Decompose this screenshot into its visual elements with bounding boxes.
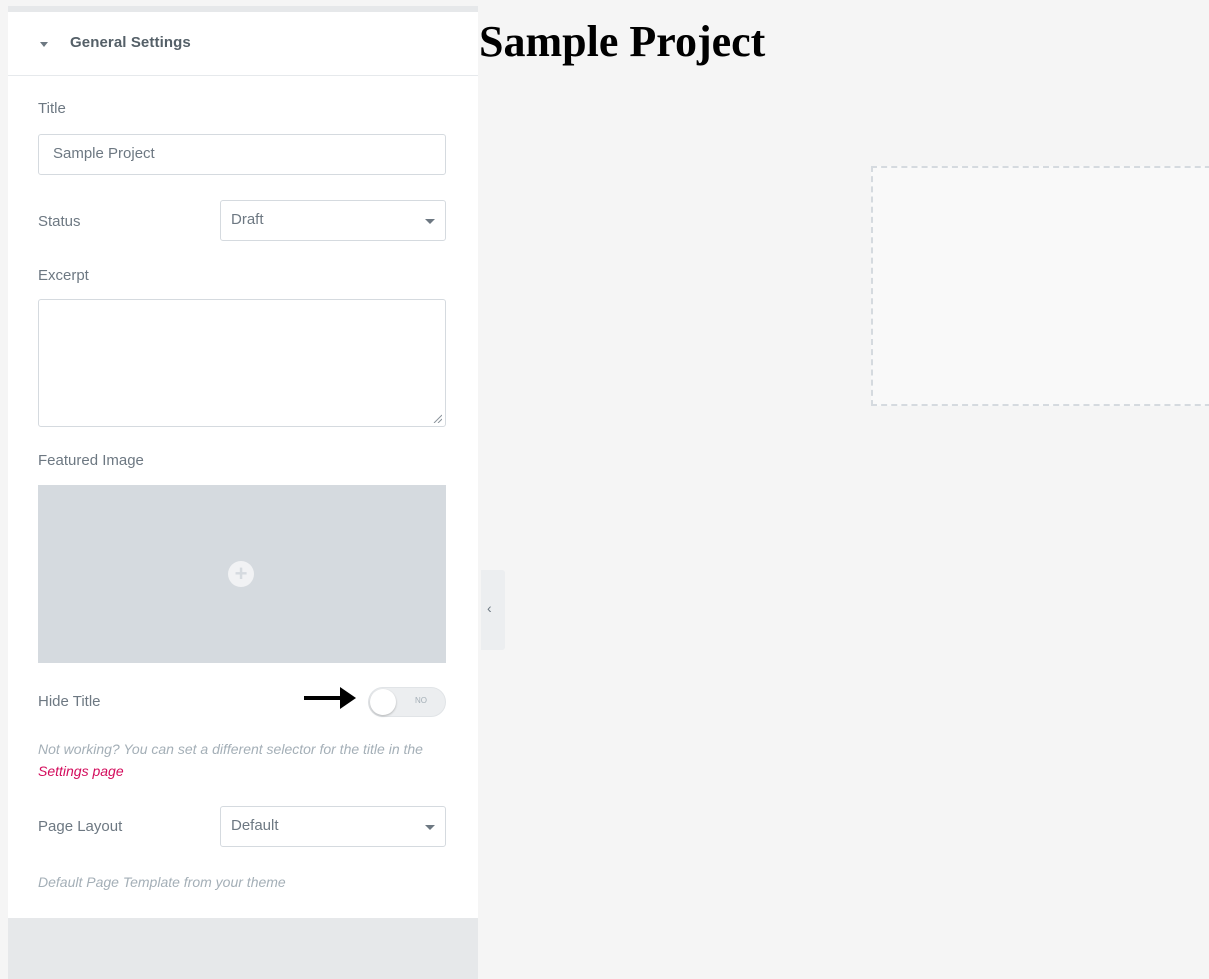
title-input[interactable]: Sample Project (38, 134, 446, 175)
plus-icon[interactable]: + (228, 561, 254, 587)
resize-handle-icon[interactable] (432, 413, 442, 423)
page-layout-label: Page Layout (38, 818, 123, 835)
featured-image-picker[interactable]: + (38, 485, 446, 663)
select-caret-icon (425, 219, 435, 224)
preview-empty-section[interactable] (871, 166, 1209, 406)
excerpt-textarea[interactable] (38, 299, 446, 427)
title-label: Title (38, 100, 66, 117)
general-settings-header[interactable]: General Settings (8, 12, 478, 76)
status-label: Status (38, 213, 81, 230)
hide-title-help-text: Not working? You can set a different sel… (38, 741, 423, 757)
status-select[interactable]: Draft (220, 200, 446, 241)
page-layout-help: Default Page Template from your theme (38, 874, 286, 890)
panel-footer-area (8, 918, 478, 979)
hide-title-help: Not working? You can set a different sel… (38, 738, 450, 782)
hide-title-label: Hide Title (38, 693, 101, 710)
status-select-value: Draft (231, 211, 264, 228)
page-layout-select[interactable]: Default (220, 806, 446, 847)
settings-page-link[interactable]: Settings page (38, 763, 124, 779)
toggle-knob (370, 689, 396, 715)
featured-image-label: Featured Image (38, 452, 144, 469)
page-layout-select-value: Default (231, 817, 279, 834)
settings-panel: General Settings Title Sample Project St… (8, 12, 478, 918)
select-caret-icon (425, 825, 435, 830)
panel-collapse-button[interactable]: ‹ (481, 570, 505, 650)
section-title: General Settings (70, 34, 191, 51)
arrow-right-icon (304, 687, 356, 709)
caret-down-icon (40, 42, 48, 47)
preview-page-title: Sample Project (479, 17, 766, 66)
chevron-left-icon: ‹ (487, 600, 492, 616)
title-input-value: Sample Project (53, 145, 155, 162)
hide-title-toggle[interactable]: NO (368, 687, 446, 717)
toggle-state-text: NO (415, 696, 427, 705)
excerpt-label: Excerpt (38, 267, 89, 284)
